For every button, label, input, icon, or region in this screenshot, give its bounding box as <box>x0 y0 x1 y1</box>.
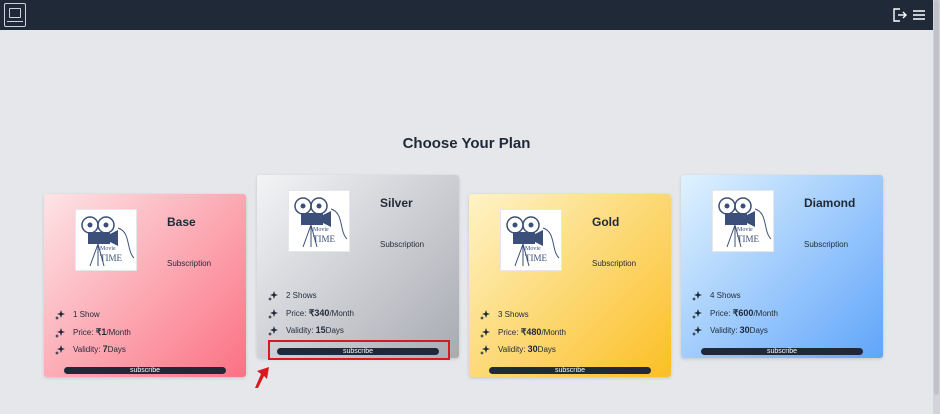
feature-validity: Validity: 7Days <box>55 344 126 356</box>
page-title: Choose Your Plan <box>402 135 531 152</box>
feature-shows: 1 Show <box>55 310 100 322</box>
feature-price: Price: ₹600/Month <box>692 308 778 320</box>
feature-shows: 2 Shows <box>268 291 317 303</box>
shows-text: 2 Shows <box>286 291 317 301</box>
price-unit: /Month <box>753 309 778 318</box>
feature-shows: 4 Shows <box>692 291 741 303</box>
feature-validity: Validity: 30Days <box>692 325 768 337</box>
price-value: ₹340 <box>308 308 330 318</box>
price-label: Price: <box>73 328 94 337</box>
sparkle-icon <box>692 325 702 336</box>
sparkle-icon <box>268 291 278 301</box>
validity-unit: Days <box>107 345 126 354</box>
validity-label: Validity: <box>286 326 314 335</box>
feature-validity: Validity: 30Days <box>480 344 556 356</box>
pointer-arrow <box>254 366 270 389</box>
menu-icon[interactable] <box>911 7 927 23</box>
validity-label: Validity: <box>73 345 101 354</box>
thumbnail-text-time: TIME <box>313 234 335 244</box>
plan-thumbnail: Movie TIME <box>75 209 137 271</box>
sparkle-icon <box>268 308 278 319</box>
logout-icon[interactable] <box>891 7 907 23</box>
sparkle-icon <box>692 308 702 319</box>
validity-unit: Days <box>749 326 768 335</box>
sparkle-icon <box>480 310 490 320</box>
top-navbar <box>0 0 933 30</box>
price-unit: /Month <box>106 328 131 337</box>
validity-days: 15 <box>315 325 326 335</box>
plan-subtitle: Subscription <box>167 259 212 268</box>
plan-card-diamond: Movie TIME Diamond Subscription 4 Shows Price… <box>681 175 883 358</box>
sparkle-icon <box>55 344 65 355</box>
plan-subtitle: Subscription <box>380 240 425 249</box>
feature-shows: 3 Shows <box>480 310 529 322</box>
plan-name: Diamond <box>804 196 856 210</box>
validity-days: 30 <box>527 344 538 354</box>
sparkle-icon <box>480 327 490 338</box>
validity-days: 30 <box>739 325 750 335</box>
price-label: Price: <box>286 309 307 318</box>
plan-subtitle: Subscription <box>804 240 849 249</box>
plan-card-base: Movie TIME Base Subscription 1 Show Price: ₹1… <box>44 194 246 377</box>
price-value: ₹600 <box>732 308 754 318</box>
shows-text: 1 Show <box>73 310 100 320</box>
feature-validity: Validity: 15Days <box>268 325 344 337</box>
sparkle-icon <box>55 327 65 338</box>
plan-name: Base <box>167 215 196 229</box>
plan-subtitle: Subscription <box>592 259 637 268</box>
highlight-box <box>268 340 450 360</box>
plan-thumbnail: Movie TIME <box>288 190 350 252</box>
thumbnail-text-movie: Movie <box>100 246 116 252</box>
plan-card-silver: Movie TIME Silver Subscription 2 Shows Price:… <box>257 175 459 358</box>
movie-camera-logo[interactable] <box>4 3 26 27</box>
plan-name: Gold <box>592 215 620 229</box>
price-unit: /Month <box>329 309 354 318</box>
price-label: Price: <box>498 328 519 337</box>
shows-text: 4 Shows <box>710 291 741 301</box>
subscribe-button[interactable]: subscribe <box>489 367 651 374</box>
feature-price: Price: ₹480/Month <box>480 327 566 339</box>
sparkle-icon <box>480 344 490 355</box>
price-value: ₹1 <box>95 327 107 337</box>
thumbnail-text-time: TIME <box>737 234 759 244</box>
sparkle-icon <box>55 310 65 320</box>
thumbnail-text-time: TIME <box>100 253 122 263</box>
thumbnail-text-time: TIME <box>525 253 547 263</box>
shows-text: 3 Shows <box>498 310 529 320</box>
validity-label: Validity: <box>710 326 738 335</box>
plan-card-gold: Movie TIME Gold Subscription 3 Shows Price: ₹… <box>469 194 671 377</box>
validity-unit: Days <box>325 326 344 335</box>
sparkle-icon <box>692 291 702 301</box>
scrollbar-thumb[interactable] <box>934 0 939 395</box>
plan-thumbnail: Movie TIME <box>712 190 774 252</box>
thumbnail-text-movie: Movie <box>525 246 541 252</box>
plan-name: Silver <box>380 196 413 210</box>
subscribe-button[interactable]: subscribe <box>701 348 863 355</box>
price-value: ₹480 <box>520 327 542 337</box>
subscribe-button[interactable]: subscribe <box>64 367 226 374</box>
plan-thumbnail: Movie TIME <box>500 209 562 271</box>
sparkle-icon <box>268 325 278 336</box>
validity-unit: Days <box>537 345 556 354</box>
page-scrollbar[interactable] <box>933 0 940 414</box>
feature-price: Price: ₹340/Month <box>268 308 354 320</box>
validity-label: Validity: <box>498 345 526 354</box>
price-label: Price: <box>710 309 731 318</box>
thumbnail-text-movie: Movie <box>737 227 753 233</box>
feature-price: Price: ₹1/Month <box>55 327 131 339</box>
thumbnail-text-movie: Movie <box>313 227 329 233</box>
price-unit: /Month <box>541 328 566 337</box>
